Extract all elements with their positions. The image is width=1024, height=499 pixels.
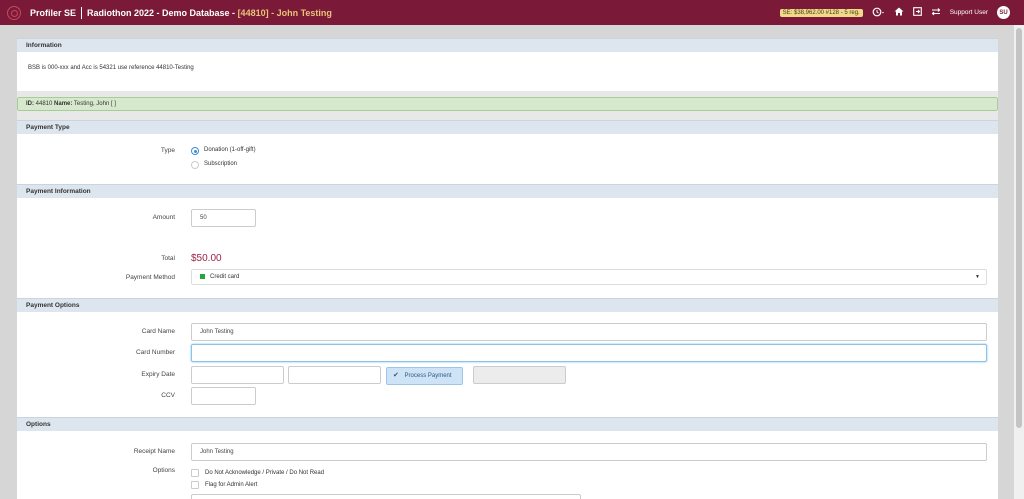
- type-label: Type: [160, 147, 175, 154]
- process-payment-label: Process Payment: [404, 373, 452, 379]
- top-navbar: Profiler SE Radiothon 2022 - Demo Databa…: [0, 0, 1024, 25]
- avatar[interactable]: SU: [997, 6, 1010, 19]
- expiry-year-input[interactable]: [288, 366, 381, 384]
- receipt-name-label: Receipt Name: [133, 448, 175, 455]
- section-gap: [17, 111, 998, 120]
- total-value: $50.00: [191, 253, 222, 264]
- id-value: 44810: [34, 101, 55, 107]
- name-label: Name:: [54, 101, 73, 107]
- card-name-label: Card Name: [141, 328, 175, 335]
- options-extra-field[interactable]: [191, 494, 581, 499]
- profiler-logo-icon[interactable]: [7, 5, 21, 20]
- credit-card-color-swatch: [200, 274, 205, 279]
- payment-status-field: [473, 366, 566, 384]
- database-name: Radiothon 2022 - Demo Database -: [87, 7, 238, 18]
- record-title: [44810] - John Testing: [237, 7, 332, 18]
- do-not-acknowledge-checkbox[interactable]: [191, 469, 199, 477]
- information-text: BSB is 000-xxx and Acc is 54321 use refe…: [28, 65, 194, 71]
- do-not-acknowledge-label[interactable]: Do Not Acknowledge / Private / Do Not Re…: [205, 470, 324, 476]
- expiry-month-input[interactable]: [191, 366, 284, 384]
- scrollbar-thumb[interactable]: [1016, 28, 1022, 428]
- information-header: Information: [17, 38, 998, 52]
- radio-donation-label[interactable]: Donation (1-off-gift): [204, 147, 256, 153]
- switch-icon[interactable]: [931, 7, 941, 18]
- payment-information-header: Payment Information: [17, 184, 998, 198]
- payment-type-header: Payment Type: [17, 120, 998, 134]
- title-divider: [81, 6, 83, 19]
- options-label: Options: [152, 467, 175, 474]
- se-status-badge[interactable]: SE: $38,962.00 #128 - 5 reg.: [779, 8, 863, 17]
- options-header: Options: [17, 417, 998, 431]
- receipt-name-input[interactable]: John Testing: [191, 443, 987, 461]
- payment-method-value: Credit card: [210, 274, 240, 280]
- total-label: Total: [161, 255, 175, 262]
- page-title: Radiothon 2022 - Demo Database - [44810]…: [87, 8, 332, 18]
- expiry-date-label: Expiry Date: [141, 371, 175, 378]
- home-icon[interactable]: [894, 7, 904, 18]
- chevron-down-icon: ▼: [975, 274, 980, 280]
- export-icon[interactable]: [912, 7, 922, 18]
- payment-method-select[interactable]: Credit card ▼: [191, 269, 987, 285]
- page-scrollbar[interactable]: [1014, 25, 1024, 499]
- record-id-bar: ID: 44810 Name: Testing, John [ ]: [17, 97, 998, 111]
- radio-donation[interactable]: [191, 147, 199, 155]
- ccv-label: CCV: [161, 392, 175, 399]
- amount-input[interactable]: 50: [191, 209, 256, 227]
- check-icon: ✔: [393, 372, 399, 379]
- card-number-input[interactable]: [191, 344, 987, 362]
- radio-subscription[interactable]: [191, 161, 199, 169]
- flag-admin-alert-checkbox[interactable]: [191, 481, 199, 489]
- card-number-label: Card Number: [135, 349, 175, 356]
- flag-admin-alert-label[interactable]: Flag for Admin Alert: [205, 482, 257, 488]
- id-label: ID:: [26, 101, 34, 107]
- brand-name[interactable]: Profiler SE: [30, 8, 76, 18]
- amount-label: Amount: [152, 214, 175, 221]
- radio-subscription-label[interactable]: Subscription: [204, 161, 237, 167]
- payment-method-label: Payment Method: [125, 274, 175, 281]
- history-icon[interactable]: [872, 7, 885, 19]
- name-value: Testing, John [ ]: [72, 101, 116, 107]
- user-name[interactable]: Support User: [950, 9, 988, 16]
- header-tools: SE: $38,962.00 #128 - 5 reg. Support Use…: [779, 0, 1010, 25]
- process-payment-button[interactable]: ✔ Process Payment: [386, 367, 463, 385]
- card-name-input[interactable]: John Testing: [191, 323, 987, 341]
- payment-options-header: Payment Options: [17, 298, 998, 312]
- ccv-input[interactable]: [191, 387, 256, 405]
